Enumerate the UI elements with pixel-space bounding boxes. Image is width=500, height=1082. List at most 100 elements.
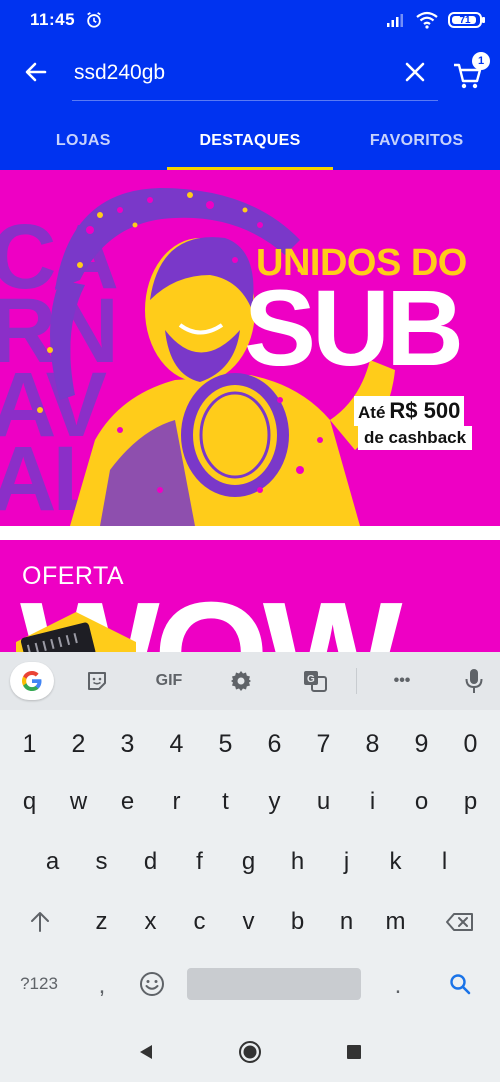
key-i[interactable]: i	[348, 782, 397, 822]
tab-destaques[interactable]: DESTAQUES	[166, 116, 334, 170]
system-navigation-bar	[0, 1022, 500, 1082]
symbols-key[interactable]: ?123	[10, 966, 68, 1002]
sticker-icon	[88, 672, 106, 690]
microphone-icon	[465, 669, 483, 693]
backspace-icon	[446, 913, 473, 931]
clear-search-button[interactable]	[398, 54, 432, 90]
nav-recents-button[interactable]	[342, 1040, 366, 1064]
status-bar: 11:45 71	[0, 0, 500, 40]
space-bar[interactable]	[187, 968, 361, 1000]
tab-lojas[interactable]: LOJAS	[0, 116, 167, 170]
tab-favoritos[interactable]: FAVORITOS	[333, 116, 500, 170]
key-8[interactable]: 8	[348, 726, 397, 762]
key-g[interactable]: g	[224, 842, 273, 882]
cart-button[interactable]: 1	[450, 52, 490, 92]
key-e[interactable]: e	[103, 782, 152, 822]
nav-back-button[interactable]	[134, 1040, 158, 1064]
key-n[interactable]: n	[322, 902, 371, 942]
key-a[interactable]: a	[28, 842, 77, 882]
emoji-icon	[140, 972, 164, 996]
battery-icon: 71	[448, 12, 485, 28]
emoji-key[interactable]	[132, 966, 172, 1002]
key-w[interactable]: w	[54, 782, 103, 822]
svg-text:G: G	[307, 674, 315, 685]
key-s[interactable]: s	[77, 842, 126, 882]
translate-button[interactable]: G	[298, 664, 332, 698]
square-recents-icon	[347, 1045, 361, 1059]
keyboard-toolbar: GIF G •••	[0, 652, 500, 710]
signal-icon	[387, 14, 403, 27]
nav-home-button[interactable]	[238, 1040, 262, 1064]
key-p[interactable]: p	[446, 782, 495, 822]
key-0[interactable]: 0	[446, 726, 495, 762]
voice-input-button[interactable]	[460, 664, 488, 698]
key-q[interactable]: q	[5, 782, 54, 822]
gear-icon	[231, 671, 251, 691]
sticker-button[interactable]	[80, 664, 114, 698]
soft-keyboard: GIF G ••• 1 2 3 4 5 6 7 8 9 0 q w e r t …	[0, 652, 500, 1022]
alarm-icon	[87, 12, 101, 28]
key-f[interactable]: f	[175, 842, 224, 882]
settings-button[interactable]	[224, 664, 258, 698]
shift-arrow-icon	[31, 912, 49, 932]
key-j[interactable]: j	[322, 842, 371, 882]
key-5[interactable]: 5	[201, 726, 250, 762]
key-o[interactable]: o	[397, 782, 446, 822]
period-key[interactable]: .	[378, 966, 418, 1006]
gif-button[interactable]: GIF	[148, 664, 190, 698]
app-screen: 11:45 71 ssd240gb 1 LOJAS DESTAQUES FAVO…	[0, 0, 500, 1082]
backspace-key[interactable]	[436, 902, 484, 942]
google-search-button[interactable]	[10, 662, 54, 700]
cashback-suffix: de cashback	[358, 426, 473, 450]
back-button[interactable]	[18, 54, 54, 90]
battery-level: 71	[459, 14, 471, 26]
hair-clipper-image	[16, 612, 136, 652]
key-l[interactable]: l	[420, 842, 469, 882]
key-3[interactable]: 3	[103, 726, 152, 762]
google-icon	[22, 671, 42, 691]
key-u[interactable]: u	[299, 782, 348, 822]
key-m[interactable]: m	[371, 902, 420, 942]
key-2[interactable]: 2	[54, 726, 103, 762]
arrow-left-icon	[25, 62, 47, 82]
status-time: 11:45	[30, 10, 76, 29]
key-r[interactable]: r	[152, 782, 201, 822]
key-h[interactable]: h	[273, 842, 322, 882]
oferta-label: OFERTA	[22, 562, 125, 590]
key-k[interactable]: k	[371, 842, 420, 882]
shift-key[interactable]	[18, 902, 62, 942]
key-x[interactable]: x	[126, 902, 175, 942]
key-v[interactable]: v	[224, 902, 273, 942]
key-4[interactable]: 4	[152, 726, 201, 762]
key-z[interactable]: z	[77, 902, 126, 942]
translate-icon: G	[304, 671, 327, 692]
close-icon	[405, 62, 425, 82]
cashback-amount-box: Até R$ 500	[354, 396, 465, 426]
triangle-back-icon	[140, 1045, 152, 1059]
key-b[interactable]: b	[273, 902, 322, 942]
wifi-icon	[416, 11, 438, 29]
search-input[interactable]	[74, 56, 374, 90]
app-header: 1 LOJAS DESTAQUES FAVORITOS	[0, 40, 500, 170]
key-9[interactable]: 9	[397, 726, 446, 762]
key-t[interactable]: t	[201, 782, 250, 822]
circle-home-icon	[239, 1041, 261, 1063]
key-6[interactable]: 6	[250, 726, 299, 762]
comma-key[interactable]: ,	[82, 966, 122, 1006]
key-y[interactable]: y	[250, 782, 299, 822]
banner-separator	[0, 526, 500, 540]
tab-bar: LOJAS DESTAQUES FAVORITOS	[0, 116, 500, 170]
status-indicators: 71	[386, 11, 485, 29]
key-d[interactable]: d	[126, 842, 175, 882]
key-c[interactable]: c	[175, 902, 224, 942]
carnaval-banner[interactable]: CARNAVAL UNIDOS DO SUB Até R$ 500 de cas…	[0, 170, 500, 526]
more-options-button[interactable]: •••	[384, 664, 420, 698]
cart-count-badge: 1	[472, 52, 490, 70]
cashback-amount: R$ 500	[389, 398, 461, 423]
banner-headline-main: SUB	[244, 267, 464, 388]
key-1[interactable]: 1	[5, 726, 54, 762]
key-7[interactable]: 7	[299, 726, 348, 762]
oferta-wow-banner[interactable]: WOW OFERTA	[0, 540, 500, 652]
search-action-key[interactable]	[440, 966, 480, 1002]
search-icon	[450, 974, 471, 995]
